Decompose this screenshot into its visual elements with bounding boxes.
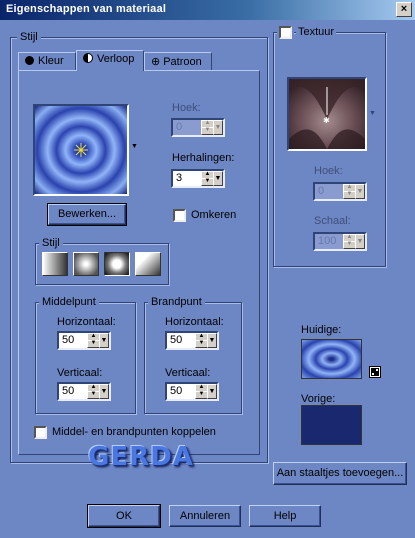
center-horizontal-spinner[interactable]: 50 ▲ ▼ ▼	[57, 331, 111, 350]
repeats-label: Herhalingen:	[172, 152, 235, 164]
dropdown-icon[interactable]: ▼	[207, 384, 217, 399]
window-title: Eigenschappen van materiaal	[6, 3, 167, 15]
texture-scale-label: Schaal:	[314, 215, 351, 227]
dropdown-icon[interactable]: ▼	[213, 171, 223, 186]
texture-scale-value: 100	[318, 235, 337, 247]
focal-vertical-value: 50	[170, 385, 183, 397]
gradient-dropdown-icon[interactable]: ▼	[131, 143, 138, 150]
texture-thumbnail: ✱	[289, 79, 365, 149]
center-vertical-spinner[interactable]: 50 ▲ ▼ ▼	[57, 382, 111, 401]
texture-checkbox[interactable]	[279, 26, 292, 39]
cancel-button[interactable]: Annuleren	[169, 505, 241, 527]
focal-vertical-spinner[interactable]: 50 ▲ ▼ ▼	[165, 382, 219, 401]
angle-label: Hoek:	[172, 102, 201, 114]
cancel-button-label: Annuleren	[179, 510, 231, 522]
texture-angle-spinner[interactable]: 0 ▲ ▼ ▼	[313, 182, 367, 201]
dropdown-icon[interactable]: ▼	[99, 384, 109, 399]
close-button[interactable]: ×	[396, 2, 412, 17]
center-vertical-value: 50	[62, 385, 75, 397]
angle-value: 0	[176, 121, 183, 133]
center-vertical-label: Verticaal:	[57, 367, 103, 379]
dropdown-icon[interactable]: ▼	[355, 234, 365, 249]
dropdown-icon[interactable]: ▼	[213, 120, 223, 135]
dropdown-icon[interactable]: ▼	[99, 333, 109, 348]
svg-text:✱: ✱	[323, 116, 330, 125]
tab-verloop-label: Verloop	[97, 53, 135, 65]
angle-spinner[interactable]: 0 ▲ ▼ ▼	[171, 118, 225, 137]
add-to-swatches-label: Aan staaltjes toevoegen...	[276, 467, 404, 479]
ok-button-label: OK	[116, 510, 132, 522]
ok-button[interactable]: OK	[87, 504, 161, 528]
previous-label: Vorige:	[301, 393, 336, 405]
swap-icon[interactable]	[369, 366, 381, 378]
invert-checkbox[interactable]	[173, 209, 186, 222]
center-horizontal-label: Horizontaal:	[57, 316, 116, 328]
style-group-label: Stijl	[17, 31, 41, 43]
gradient-style-label: Stijl	[39, 237, 63, 249]
dropdown-icon[interactable]: ▼	[355, 184, 365, 199]
sunburst-style-button[interactable]	[104, 252, 130, 276]
tab-patroon-label: Patroon	[163, 56, 202, 68]
texture-preview[interactable]: ✱	[287, 77, 367, 151]
filled-circle-icon	[25, 56, 34, 65]
texture-scale-spinner[interactable]: 100 ▲ ▼ ▼	[313, 232, 367, 251]
half-circle-icon	[83, 53, 93, 63]
help-button-label: Help	[273, 510, 297, 522]
tab-kleur[interactable]: Kleur	[18, 52, 76, 71]
center-horizontal-value: 50	[62, 334, 75, 346]
edit-gradient-button-label: Bewerken...	[57, 208, 117, 220]
help-button[interactable]: Help	[249, 505, 321, 527]
repeats-spinner[interactable]: 3 ▲ ▼ ▼	[171, 169, 225, 188]
focal-horizontal-spinner[interactable]: 50 ▲ ▼ ▼	[165, 331, 219, 350]
pattern-icon: ⊕	[151, 56, 161, 68]
previous-swatch[interactable]	[301, 405, 362, 445]
center-point-label: Middelpunt	[39, 296, 99, 308]
texture-label: Textuur	[296, 26, 337, 38]
radial-gradient-preview	[35, 106, 127, 194]
repeats-value: 3	[176, 172, 183, 184]
link-points-label: Middel- en brandpunten koppelen	[52, 426, 216, 438]
dropdown-icon[interactable]: ▼	[207, 333, 217, 348]
close-icon: ×	[400, 3, 408, 15]
tab-patroon[interactable]: ⊕ Patroon	[144, 52, 212, 71]
gradient-preview[interactable]	[33, 104, 129, 196]
current-swatch[interactable]	[301, 339, 362, 379]
focal-vertical-label: Verticaal:	[165, 367, 211, 379]
gerda-watermark: GERDA	[88, 442, 194, 472]
focal-horizontal-label: Horizontaal:	[165, 316, 224, 328]
radial-style-button[interactable]	[135, 252, 161, 276]
linear-style-button[interactable]	[42, 252, 68, 276]
tab-kleur-label: Kleur	[38, 55, 64, 67]
invert-label: Omkeren	[191, 209, 237, 221]
add-to-swatches-button[interactable]: Aan staaltjes toevoegen...	[273, 462, 407, 485]
tab-verloop[interactable]: Verloop	[76, 50, 144, 71]
texture-angle-value: 0	[318, 185, 325, 197]
focal-point-label: Brandpunt	[148, 296, 205, 308]
rectangular-style-button[interactable]	[73, 252, 99, 276]
current-label: Huidige:	[301, 324, 342, 336]
edit-gradient-button[interactable]: Bewerken...	[47, 203, 127, 226]
texture-dropdown-icon[interactable]: ▼	[369, 110, 376, 117]
texture-angle-label: Hoek:	[314, 165, 343, 177]
center-marker-icon	[74, 143, 88, 157]
focal-horizontal-value: 50	[170, 334, 183, 346]
title-bar: Eigenschappen van materiaal ×	[0, 0, 415, 20]
link-points-checkbox[interactable]	[34, 426, 47, 439]
